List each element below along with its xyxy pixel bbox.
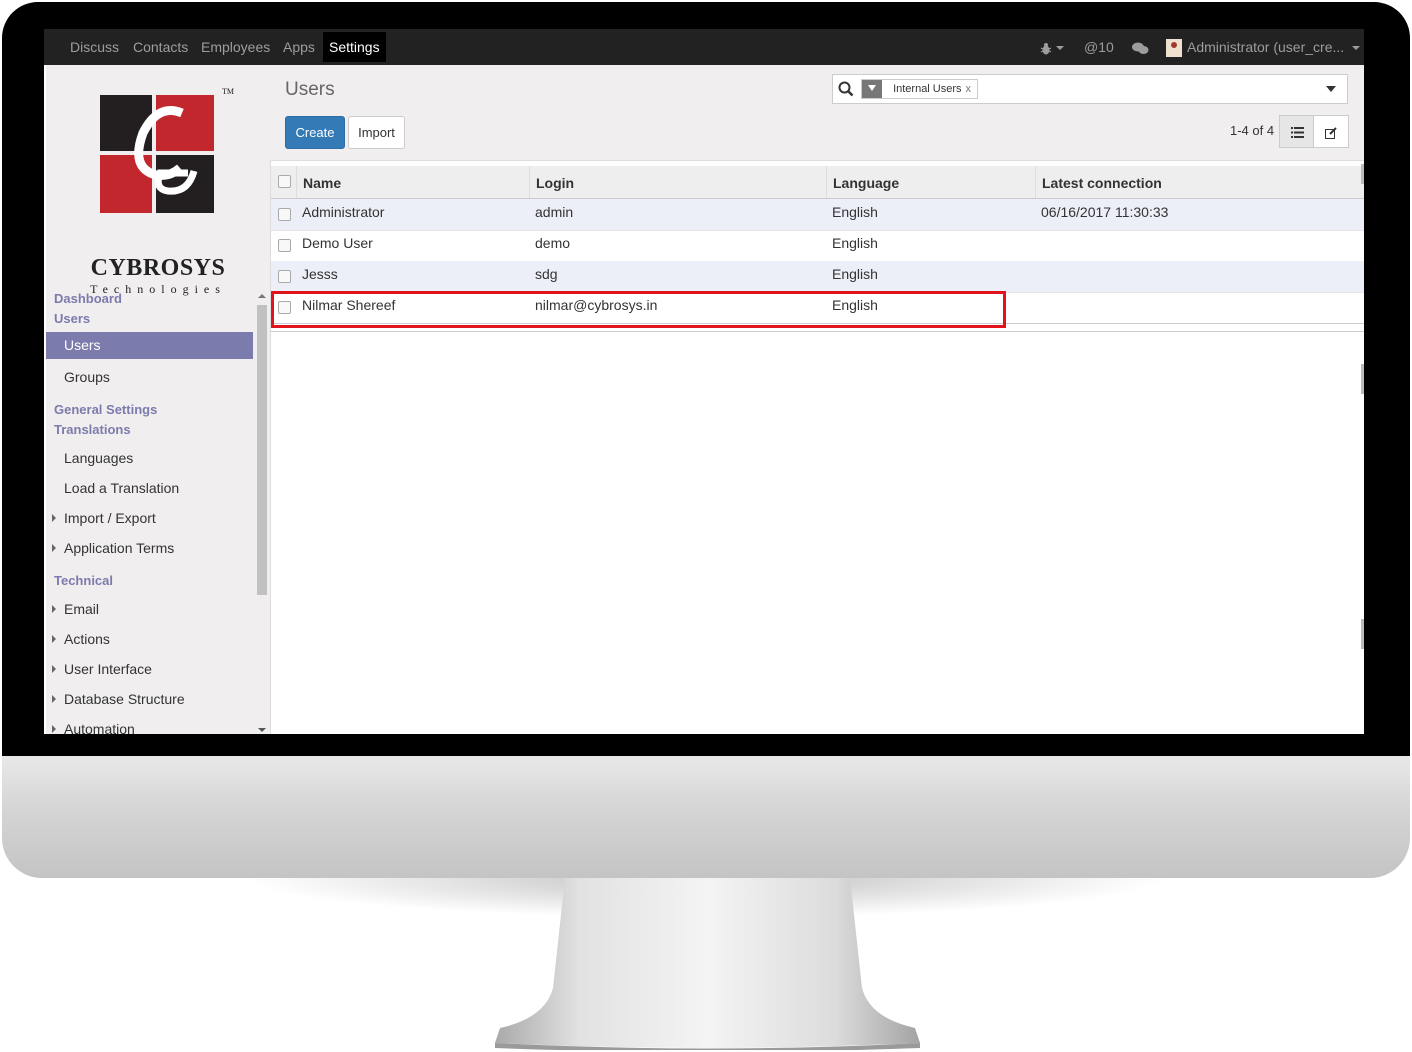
scroll-up-icon[interactable] (258, 293, 266, 299)
user-name: Administrator (user_cre... (1187, 39, 1345, 55)
cell-language: English (832, 235, 878, 251)
cell-language: English (832, 204, 878, 220)
sidebar-scrollbar-thumb[interactable] (257, 305, 267, 595)
expand-icon (52, 514, 56, 522)
chevron-down-icon (1056, 46, 1064, 51)
search-icon (838, 81, 854, 97)
cell-name: Demo User (302, 235, 373, 251)
table-row[interactable]: Administrator admin English 06/16/2017 1… (271, 199, 1364, 231)
chat-bubbles-icon (1132, 42, 1149, 54)
sidebar-item-user-interface[interactable]: User Interface (64, 661, 152, 677)
scroll-down-icon[interactable] (258, 727, 266, 733)
expand-icon (52, 544, 56, 552)
brand-name: CYBROSYS (90, 255, 226, 281)
sidebar-section-general-settings[interactable]: General Settings (54, 402, 157, 417)
scroll-edge (1361, 164, 1364, 184)
cell-login: admin (535, 204, 574, 220)
sidebar: TM CYBROSYS Technologies Dashboard Users… (46, 65, 271, 734)
scroll-edge (1361, 364, 1364, 394)
nav-settings[interactable]: Settings (323, 32, 386, 62)
expand-icon (52, 605, 56, 613)
filter-facet[interactable]: Internal Users x (861, 79, 979, 99)
chat-menu[interactable] (1132, 29, 1149, 65)
chevron-down-icon (1352, 46, 1361, 51)
sidebar-item-groups[interactable]: Groups (64, 369, 110, 385)
sidebar-item-users[interactable]: Users (46, 332, 253, 359)
column-header-language[interactable]: Language (826, 166, 1035, 198)
list-view-button[interactable] (1279, 115, 1315, 148)
sidebar-item-automation[interactable]: Automation (64, 721, 135, 734)
monitor-chin (2, 756, 1410, 878)
import-button[interactable]: Import (348, 116, 405, 149)
mentions-counter[interactable]: @10 (1084, 29, 1114, 65)
avatar (1166, 39, 1182, 58)
expand-icon (52, 695, 56, 703)
filter-icon (862, 80, 882, 98)
scroll-edge (1361, 619, 1364, 649)
nav-apps[interactable]: Apps (277, 29, 321, 65)
sidebar-item-database-structure[interactable]: Database Structure (64, 691, 185, 707)
nav-contacts[interactable]: Contacts (127, 29, 194, 65)
sidebar-section-translations[interactable]: Translations (54, 422, 131, 437)
page-title: Users (285, 79, 335, 100)
create-button[interactable]: Create (285, 116, 345, 149)
form-view-button[interactable] (1313, 115, 1349, 148)
cell-latest-connection: 06/16/2017 11:30:33 (1041, 204, 1169, 220)
facet-remove-icon[interactable]: x (966, 83, 978, 95)
sidebar-item-application-terms[interactable]: Application Terms (64, 540, 174, 556)
select-all-checkbox[interactable] (278, 175, 291, 188)
expand-icon (52, 635, 56, 643)
sidebar-item-actions[interactable]: Actions (64, 631, 110, 647)
cell-name: Jesss (302, 266, 338, 282)
table-row[interactable]: Demo User demo English (271, 230, 1364, 262)
row-checkbox[interactable] (278, 239, 291, 252)
sidebar-section-dashboard[interactable]: Dashboard (54, 291, 122, 306)
app-screen: Discuss Contacts Employees Apps Settings… (44, 29, 1364, 734)
table-row[interactable]: Jesss sdg English (271, 261, 1364, 293)
row-checkbox[interactable] (278, 270, 291, 283)
search-bar[interactable]: Internal Users x (832, 74, 1348, 104)
cybrosys-logo (100, 95, 214, 213)
nav-discuss[interactable]: Discuss (64, 29, 125, 65)
facet-label: Internal Users (893, 83, 962, 95)
nav-employees[interactable]: Employees (195, 29, 276, 65)
row-checkbox[interactable] (278, 208, 291, 221)
list-icon (1290, 127, 1304, 139)
cell-language: English (832, 266, 878, 282)
sidebar-section-users[interactable]: Users (54, 311, 90, 326)
search-options-chevron-icon[interactable] (1326, 86, 1336, 92)
expand-icon (52, 725, 56, 733)
table-footer-divider (271, 331, 1364, 332)
top-navbar: Discuss Contacts Employees Apps Settings… (44, 29, 1364, 65)
user-menu[interactable]: Administrator (user_cre... (1166, 29, 1361, 65)
column-header-latest-connection[interactable]: Latest connection (1035, 166, 1362, 198)
table-header: Name Login Language Latest connection (271, 166, 1364, 199)
sidebar-item-load-translation[interactable]: Load a Translation (64, 480, 179, 496)
sidebar-item-email[interactable]: Email (64, 601, 99, 617)
column-header-name[interactable]: Name (296, 166, 529, 198)
cell-login: sdg (535, 266, 558, 282)
control-panel: Users Create Import Internal Users x 1-4 … (270, 65, 1364, 161)
sidebar-section-technical[interactable]: Technical (54, 573, 113, 588)
expand-icon (52, 665, 56, 673)
debug-menu[interactable] (1040, 29, 1064, 65)
cell-name: Administrator (302, 204, 385, 220)
sidebar-item-import-export[interactable]: Import / Export (64, 510, 156, 526)
pager-value[interactable]: 1-4 of 4 (1230, 123, 1274, 138)
monitor-stand (495, 878, 920, 1050)
bug-icon (1040, 42, 1052, 55)
edit-icon (1325, 126, 1337, 139)
sidebar-item-languages[interactable]: Languages (64, 450, 133, 466)
column-header-login[interactable]: Login (529, 166, 826, 198)
highlight-box (271, 291, 1006, 328)
trademark: TM (222, 87, 234, 96)
cell-login: demo (535, 235, 571, 251)
